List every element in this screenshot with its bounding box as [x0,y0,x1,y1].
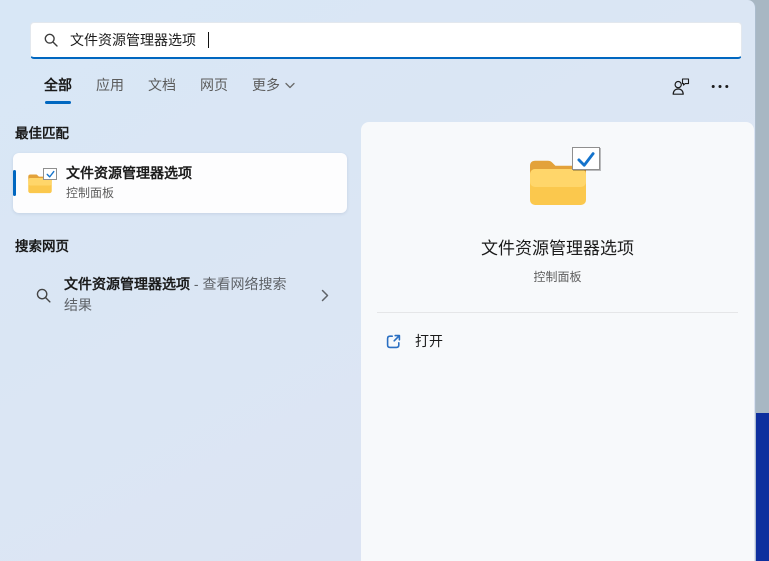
tab-apps[interactable]: 应用 [96,75,124,104]
preview-panel: 文件资源管理器选项 控制面板 打开 [361,122,754,561]
search-input[interactable]: 文件资源管理器选项 [30,22,742,59]
result-subtitle: 控制面板 [66,186,115,201]
preview-subtitle: 控制面板 [533,270,582,284]
tab-web[interactable]: 网页 [200,75,228,104]
checkmark-icon [43,168,57,180]
preview-title: 文件资源管理器选项 [481,239,634,258]
results-pane: 最佳匹配 文件资源管理器选项 控制面板 搜索网页 文件资源管理器选项 - 查看网… [0,122,361,561]
folder-options-icon [27,168,57,194]
open-action[interactable]: 打开 [361,320,754,362]
chevron-down-icon [285,82,295,88]
active-tab-underline [45,101,71,104]
more-options-icon[interactable] [711,84,729,89]
text-caret [208,32,209,48]
best-match-heading: 最佳匹配 [15,126,69,141]
filter-tabs: 全部 应用 文档 网页 更多 [44,75,729,104]
selection-accent-bar [13,170,16,196]
divider [377,312,738,313]
web-result-text: 文件资源管理器选项 - 查看网络搜索结果 [64,274,296,316]
chevron-right-icon[interactable] [321,289,329,302]
open-external-icon [386,334,401,348]
open-label: 打开 [415,333,443,349]
web-search-heading: 搜索网页 [15,239,69,254]
tab-all[interactable]: 全部 [44,75,72,104]
search-icon [44,33,58,47]
search-query-text: 文件资源管理器选项 [70,32,196,48]
tab-more[interactable]: 更多 [252,75,295,104]
tab-documents[interactable]: 文档 [148,75,176,104]
search-flyout-window: 文件资源管理器选项 全部 应用 文档 网页 更多 最佳匹配 文件资源管理器选项 … [0,0,756,561]
folder-options-icon [527,147,600,207]
result-title: 文件资源管理器选项 [66,164,192,181]
search-icon [36,288,51,303]
web-result-query: 文件资源管理器选项 [64,276,190,292]
web-search-result[interactable]: 文件资源管理器选项 - 查看网络搜索结果 [13,266,347,324]
best-match-result[interactable]: 文件资源管理器选项 控制面板 [13,153,347,213]
user-feedback-icon[interactable] [671,77,691,96]
checkmark-icon [571,147,600,170]
